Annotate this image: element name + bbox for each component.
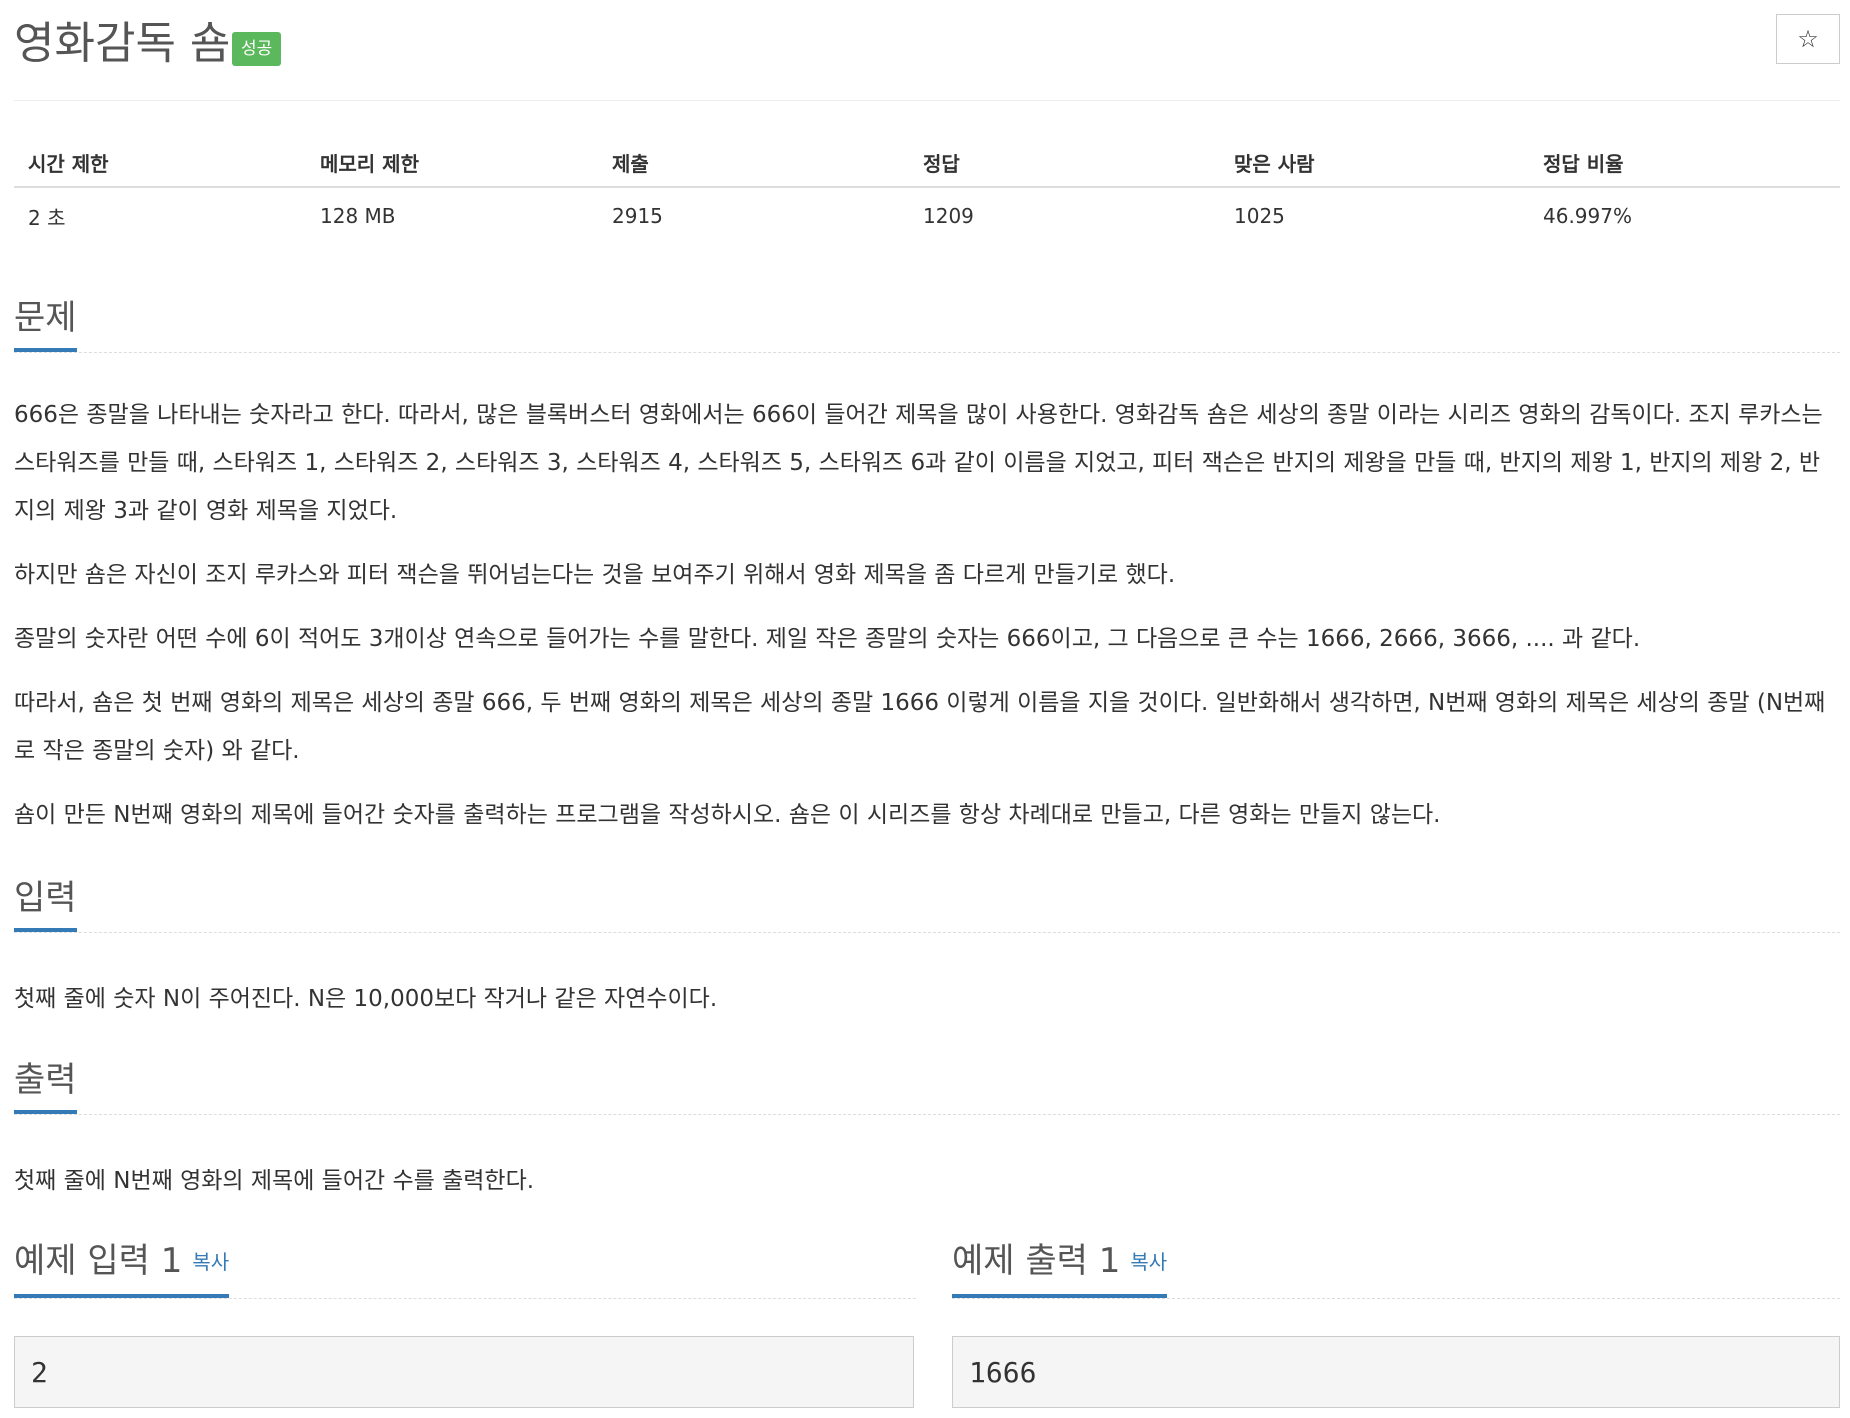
star-icon: ☆ xyxy=(1797,25,1819,53)
sample-output-heading: 예제 출력 1 복사 xyxy=(952,1237,1168,1298)
memory-limit-header: 메모리 제한 xyxy=(306,138,598,188)
sample-output-header: 예제 출력 1 복사 xyxy=(952,1232,1840,1299)
accept-ratio-value: 46.997% xyxy=(1543,204,1632,228)
submissions-header: 제출 xyxy=(598,138,909,188)
sample-input-title: 예제 입력 1 xyxy=(14,1240,183,1281)
accepted-header: 정답 xyxy=(909,138,1220,188)
title-divider xyxy=(14,100,1840,101)
input-heading: 입력 xyxy=(14,874,77,932)
problem-paragraph-2: 하지만 숌은 자신이 조지 루카스와 피터 잭슨을 뛰어넘는다는 것을 보여주기… xyxy=(14,562,1176,588)
solved-users-value: 1025 xyxy=(1234,204,1285,228)
problem-paragraph-4: 따라서, 숌은 첫 번째 영화의 제목은 세상의 종말 666, 두 번째 영화… xyxy=(14,690,1826,764)
accepted-value: 1209 xyxy=(923,204,974,228)
memory-limit-value: 128 MB xyxy=(320,204,396,228)
copy-sample-output-link[interactable]: 복사 xyxy=(1130,1250,1167,1274)
info-header-row: 시간 제한 메모리 제한 제출 정답 맞은 사람 정답 비율 xyxy=(14,138,1840,188)
copy-sample-input-link[interactable]: 복사 xyxy=(192,1250,229,1274)
sample-output-title: 예제 출력 1 xyxy=(952,1240,1121,1281)
time-limit-header: 시간 제한 xyxy=(14,138,306,188)
accept-ratio-header: 정답 비율 xyxy=(1529,138,1840,188)
problem-paragraph-5: 숌이 만든 N번째 영화의 제목에 들어간 숫자를 출력하는 프로그램을 작성하… xyxy=(14,802,1441,828)
problem-heading: 문제 xyxy=(14,294,77,352)
output-section-header: 출력 xyxy=(14,1058,1840,1115)
sample-output-box[interactable]: 1666 xyxy=(952,1336,1840,1408)
favorite-button[interactable]: ☆ xyxy=(1776,14,1840,64)
problem-paragraph-1: 666은 종말을 나타내는 숫자라고 한다. 따라서, 많은 블록버스터 영화에… xyxy=(14,402,1823,524)
status-badge: 성공 xyxy=(232,32,282,66)
problem-section-header: 문제 xyxy=(14,296,1840,353)
sample-input-heading: 예제 입력 1 복사 xyxy=(14,1237,230,1298)
input-description: 첫째 줄에 숫자 N이 주어진다. N은 10,000보다 작거나 같은 자연수… xyxy=(14,986,718,1012)
input-section-header: 입력 xyxy=(14,876,1840,933)
output-description: 첫째 줄에 N번째 영화의 제목에 들어간 수를 출력한다. xyxy=(14,1168,535,1194)
solved-users-header: 맞은 사람 xyxy=(1220,138,1529,188)
sample-input-box[interactable]: 2 xyxy=(14,1336,914,1408)
info-value-row: 2 초 128 MB 2915 1209 1025 46.997% xyxy=(14,187,1840,244)
problem-info-table: 시간 제한 메모리 제한 제출 정답 맞은 사람 정답 비율 2 초 128 M… xyxy=(14,138,1840,244)
submissions-value: 2915 xyxy=(612,204,663,228)
time-limit-value: 2 초 xyxy=(28,205,66,230)
problem-page: 영화감독 숌 성공 ☆ 시간 제한 메모리 제한 제출 정답 맞은 사람 정답 … xyxy=(0,0,1850,1418)
sample-input-header: 예제 입력 1 복사 xyxy=(14,1232,916,1299)
page-title: 영화감독 숌 xyxy=(14,18,231,69)
problem-paragraph-3: 종말의 숫자란 어떤 수에 6이 적어도 3개이상 연속으로 들어가는 수를 말… xyxy=(14,626,1641,652)
title-row: 영화감독 숌 성공 ☆ xyxy=(14,14,1840,84)
output-heading: 출력 xyxy=(14,1056,77,1114)
